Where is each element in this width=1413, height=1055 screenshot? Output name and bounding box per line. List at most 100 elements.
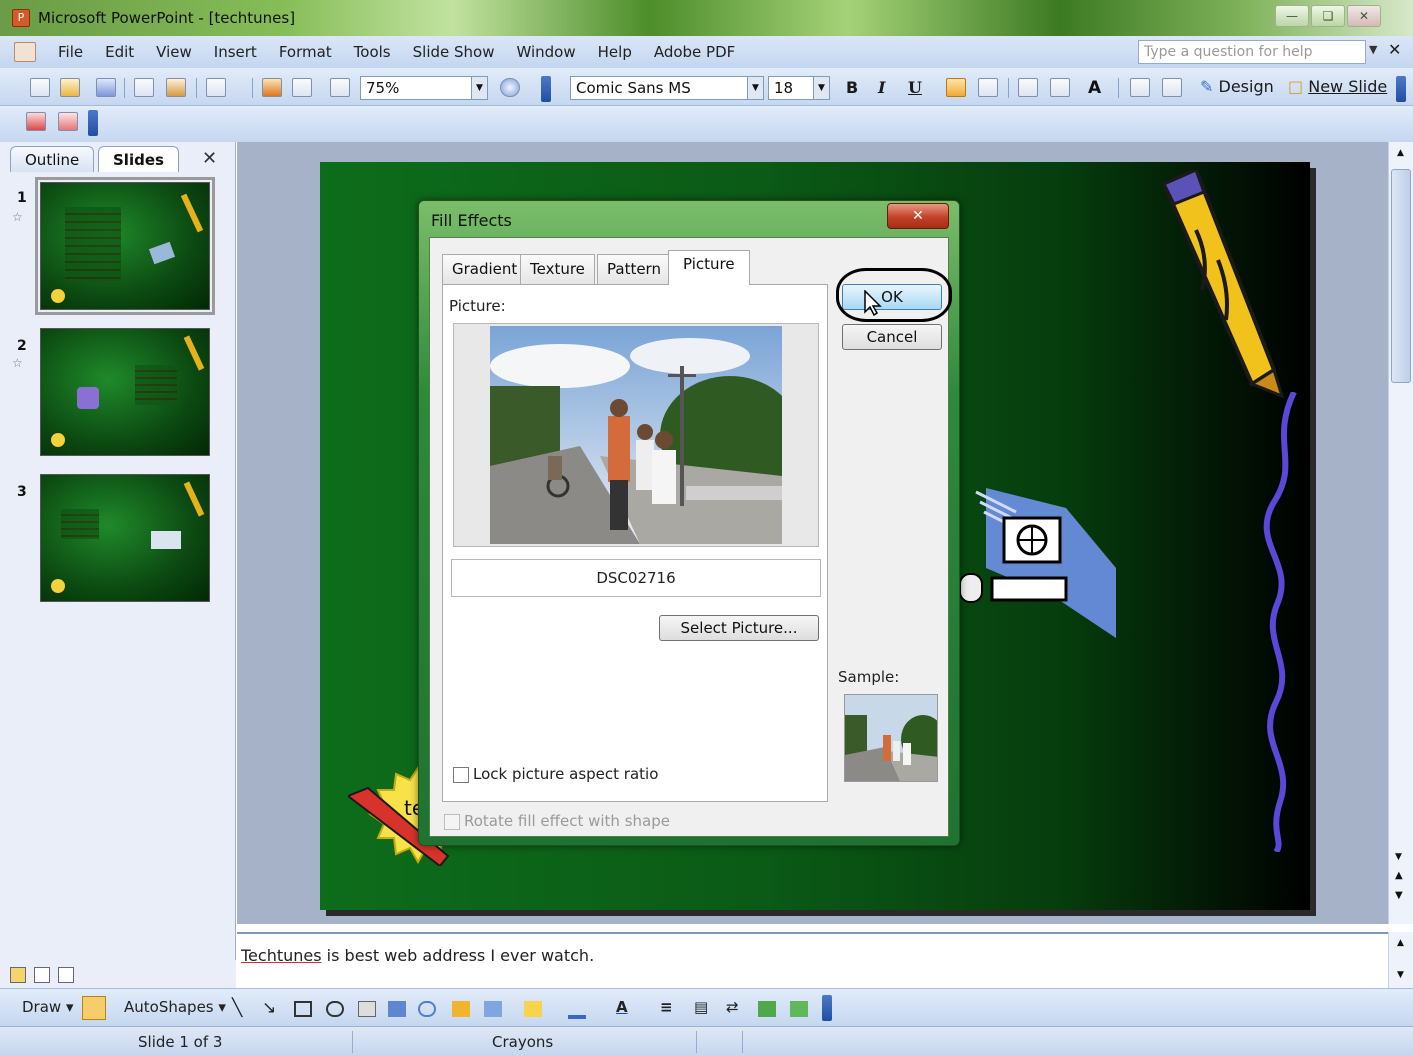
next-slide-icon[interactable]: ▼ (1395, 890, 1403, 901)
tab-outline[interactable]: Outline (10, 146, 95, 172)
insert-chart-icon[interactable] (262, 78, 282, 97)
print-icon[interactable] (96, 78, 116, 97)
open-icon[interactable] (60, 78, 80, 97)
powerpoint-icon[interactable]: P (12, 9, 30, 27)
numbering-icon[interactable] (1018, 78, 1038, 97)
scroll-up-icon[interactable]: ▲ (1397, 148, 1404, 158)
bullets-icon[interactable] (1050, 78, 1070, 97)
align-center-icon[interactable] (978, 78, 998, 97)
underline-button[interactable]: U (908, 78, 922, 97)
line-style-icon[interactable]: ≡ (660, 998, 673, 1016)
tab-gradient[interactable]: Gradient (442, 254, 528, 284)
minimize-button[interactable]: — (1275, 5, 1309, 27)
decrease-indent-icon[interactable] (1130, 78, 1150, 97)
slide-thumbnail-3[interactable] (40, 474, 210, 602)
draw-menu[interactable]: Draw ▾ (22, 998, 74, 1016)
grid-icon[interactable] (330, 78, 350, 97)
lock-aspect-checkbox[interactable] (453, 767, 469, 783)
close-pane-icon[interactable]: ✕ (202, 148, 217, 169)
menu-adobe-pdf[interactable]: Adobe PDF (654, 43, 735, 61)
menu-view[interactable]: View (156, 43, 192, 61)
rotate-fill-checkbox[interactable] (444, 814, 460, 830)
acrobat-options-icon[interactable] (88, 110, 98, 136)
align-left-icon[interactable] (946, 78, 966, 97)
slide-thumbnail-1[interactable] (35, 177, 215, 315)
rectangle-icon[interactable] (294, 1001, 312, 1017)
menu-slide-show[interactable]: Slide Show (413, 43, 495, 61)
notes-scrollbar[interactable]: ▲ ▼ (1388, 932, 1413, 988)
menu-edit[interactable]: Edit (105, 43, 134, 61)
new-icon[interactable] (30, 78, 50, 97)
tab-slides[interactable]: Slides (98, 146, 179, 172)
tab-texture[interactable]: Texture (520, 254, 595, 284)
picture-icon[interactable] (484, 1001, 502, 1017)
font-size-select[interactable]: 18 ▼ (768, 76, 830, 100)
arrow-style-icon[interactable]: ⇄ (726, 998, 739, 1016)
previous-slide-icon[interactable]: ▲ (1395, 870, 1403, 881)
notes-pane[interactable]: Techtunes is best web address I ever wat… (237, 932, 1388, 988)
notes-scroll-down-icon[interactable]: ▼ (1397, 970, 1404, 980)
italic-button[interactable]: I (878, 78, 885, 97)
diagram-icon[interactable] (418, 1001, 436, 1017)
close-window-button[interactable]: ✕ (1347, 5, 1381, 27)
document-icon[interactable] (14, 42, 36, 62)
shadow-style-icon[interactable] (758, 1001, 776, 1017)
cancel-button[interactable]: Cancel (842, 324, 942, 350)
font-select[interactable]: Comic Sans MS ▼ (570, 76, 764, 100)
menu-file[interactable]: File (58, 43, 83, 61)
dash-style-icon[interactable]: ▤ (694, 998, 708, 1016)
normal-view-icon[interactable] (10, 967, 26, 983)
size-dropdown-icon[interactable]: ▼ (813, 77, 829, 99)
scroll-down-icon[interactable]: ▼ (1395, 852, 1402, 862)
grow-font-icon[interactable]: A (1088, 78, 1108, 98)
clipart-icon[interactable] (452, 1001, 470, 1017)
bold-button[interactable]: B (846, 78, 858, 97)
arrow-icon[interactable]: ↘ (262, 998, 276, 1018)
paste-icon[interactable] (166, 78, 186, 97)
tab-picture[interactable]: Picture (668, 250, 750, 285)
copy-icon[interactable] (134, 78, 154, 97)
toolbar-options-icon[interactable] (541, 76, 551, 102)
dialog-close-button[interactable]: ✕ (887, 203, 949, 229)
autoshapes-menu[interactable]: AutoShapes ▾ (124, 998, 226, 1016)
select-picture-button[interactable]: Select Picture... (659, 615, 819, 641)
pdf-convert-icon[interactable] (26, 112, 46, 131)
font-color-icon[interactable]: A (616, 998, 628, 1016)
menu-tools[interactable]: Tools (354, 43, 391, 61)
tab-pattern[interactable]: Pattern (597, 254, 671, 284)
slide-show-icon[interactable] (58, 967, 74, 983)
undo-icon[interactable] (206, 78, 226, 97)
drawing-options-icon[interactable] (822, 995, 832, 1021)
slide-sorter-icon[interactable] (34, 967, 50, 983)
font-dropdown-icon[interactable]: ▼ (747, 77, 763, 99)
textbox-icon[interactable] (358, 1001, 376, 1017)
insert-table-icon[interactable] (292, 78, 312, 97)
menu-help[interactable]: Help (598, 43, 632, 61)
zoom-dropdown-icon[interactable]: ▼ (471, 77, 487, 99)
vertical-scrollbar[interactable]: ▲ ▼ ▲ ▼ (1388, 142, 1413, 924)
zoom-select[interactable]: 75% ▼ (360, 76, 488, 100)
pdf-email-icon[interactable] (58, 112, 78, 131)
oval-icon[interactable] (326, 1001, 344, 1017)
menu-window[interactable]: Window (516, 43, 575, 61)
notes-link-word[interactable]: Techtunes (241, 946, 322, 965)
select-objects-icon[interactable] (82, 996, 106, 1020)
menu-format[interactable]: Format (279, 43, 332, 61)
close-document-icon[interactable]: ✕ (1388, 40, 1401, 59)
new-slide-button[interactable]: □ New Slide (1288, 77, 1387, 96)
design-button[interactable]: ✎ Design (1200, 77, 1274, 96)
3d-style-icon[interactable] (790, 1001, 808, 1017)
menu-insert[interactable]: Insert (214, 43, 257, 61)
maximize-button[interactable]: ❏ (1311, 5, 1345, 27)
increase-indent-icon[interactable] (1162, 78, 1182, 97)
notes-scroll-up-icon[interactable]: ▲ (1397, 938, 1404, 948)
help-dropdown-icon[interactable]: ▼ (1369, 43, 1377, 56)
scroll-thumb[interactable] (1391, 169, 1411, 383)
toolbar-more-icon[interactable] (1396, 76, 1406, 102)
slide-thumbnail-2[interactable] (40, 328, 210, 456)
wordart-icon[interactable] (388, 1001, 406, 1017)
help-icon[interactable] (500, 78, 520, 97)
line-icon[interactable]: ╲ (232, 998, 242, 1018)
fill-color-icon[interactable] (524, 1001, 542, 1017)
line-color-icon[interactable] (568, 1015, 586, 1019)
